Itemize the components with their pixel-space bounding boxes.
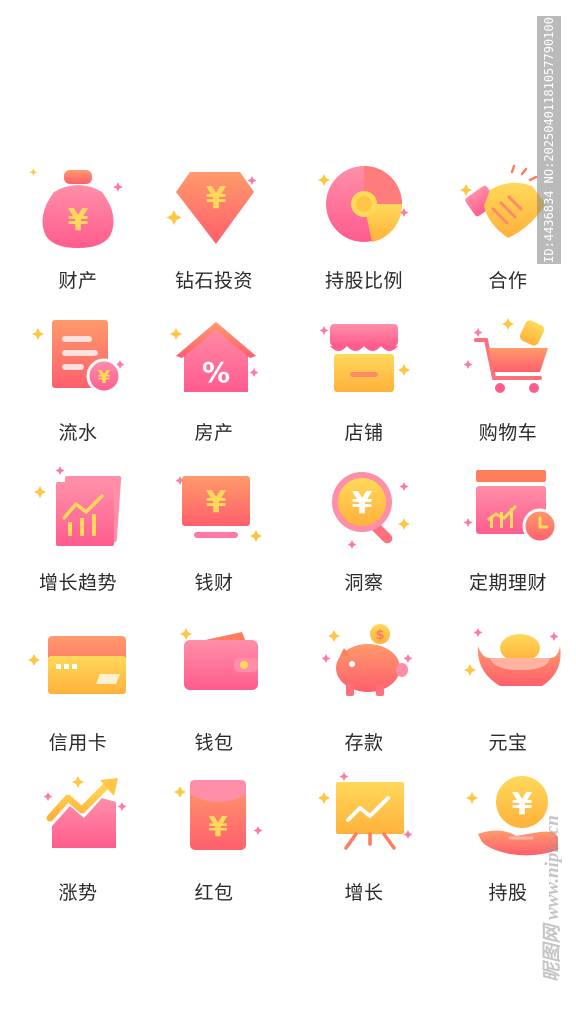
icon-item-shopping-cart[interactable]: 购物车: [448, 316, 568, 456]
icon-item-wallet[interactable]: 钱包: [154, 626, 274, 766]
icon-item-growth-trend[interactable]: 增长趋势: [18, 466, 138, 606]
icon-item-store[interactable]: 店铺: [304, 316, 424, 456]
shop-icon: [319, 324, 410, 392]
watermark-site-text: 昵图网 www.nipic.cn: [541, 814, 563, 982]
svg-text:¥: ¥: [352, 486, 373, 521]
icon-label: 合作: [488, 270, 528, 292]
svg-text:¥: ¥: [206, 485, 227, 520]
icon-item-rising-trend[interactable]: 涨势: [18, 776, 138, 916]
icon-item-credit-card[interactable]: 信用卡: [18, 626, 138, 766]
credit-card-icon: [28, 636, 127, 694]
svg-text:¥: ¥: [206, 181, 227, 216]
icon-label: 元宝: [488, 732, 528, 754]
house-percent-icon: %: [170, 322, 259, 392]
icon-item-share-ratio[interactable]: 持股比例: [304, 164, 424, 304]
svg-text:¥: ¥: [68, 203, 89, 238]
icon-item-property[interactable]: ¥ 财产: [18, 164, 138, 304]
money-bag-icon: ¥: [29, 168, 123, 248]
watermark-id: ID:4436834 NO:20250401181057790100: [537, 16, 561, 264]
icon-item-insight[interactable]: ¥ 洞察: [304, 466, 424, 606]
rising-trend-icon: [43, 776, 127, 848]
icon-label: 持股: [488, 882, 528, 904]
icon-item-deposit[interactable]: $ 存款: [304, 624, 424, 766]
icon-label: 信用卡: [48, 732, 108, 754]
icon-item-diamond-investment[interactable]: ¥ 钻石投资: [154, 164, 274, 304]
icon-label: 流水: [58, 422, 98, 444]
receipt-icon: ¥: [32, 320, 125, 394]
red-envelope-icon: ¥: [174, 780, 263, 850]
icon-item-fixed-term-finance[interactable]: 定期理财: [448, 466, 568, 606]
presentation-board-icon: [318, 772, 413, 850]
svg-text:%: %: [202, 356, 230, 389]
icon-label: 店铺: [344, 422, 384, 444]
growth-chart-icon: [34, 466, 122, 546]
icon-label: 持股比例: [324, 270, 403, 292]
wallet-icon: [180, 628, 258, 690]
icon-label: 增长: [344, 882, 384, 904]
icon-label: 存款: [344, 732, 384, 754]
watermark-site: 昵图网 www.nipic.cn: [532, 780, 568, 1016]
diamond-yuan-icon: ¥: [166, 172, 257, 244]
svg-text:¥: ¥: [208, 810, 228, 843]
svg-text:¥: ¥: [98, 367, 111, 388]
icon-item-wealth[interactable]: ¥ 钱财: [154, 466, 274, 606]
svg-text:$: $: [375, 628, 384, 643]
icon-item-red-packet[interactable]: ¥ 红包: [154, 776, 274, 916]
icon-item-real-estate[interactable]: % 房产: [154, 316, 274, 456]
icon-label: 房产: [194, 422, 234, 444]
card-clock-icon: [463, 470, 558, 544]
watermark-id-text: ID:4436834 NO:20250401181057790100: [542, 17, 557, 263]
icon-item-cash-flow[interactable]: ¥ 流水: [18, 316, 138, 456]
monitor-yuan-icon: ¥: [175, 476, 262, 542]
icon-item-ingot[interactable]: 元宝: [448, 626, 568, 766]
icon-label: 定期理财: [468, 572, 547, 594]
magnifier-yuan-icon: ¥: [332, 472, 410, 549]
icon-label: 钻石投资: [174, 270, 253, 292]
icon-label: 购物车: [478, 422, 538, 444]
icon-label: 财产: [58, 270, 98, 292]
icon-item-growth[interactable]: 增长: [304, 772, 424, 916]
piggy-bank-icon: $: [321, 624, 413, 696]
icon-label: 洞察: [344, 572, 384, 594]
icon-label: 钱包: [194, 732, 234, 754]
gold-ingot-icon: [464, 628, 561, 686]
icon-label: 涨势: [58, 882, 98, 904]
icon-label: 钱财: [194, 572, 234, 594]
donut-chart-icon: [318, 166, 409, 242]
shopping-cart-icon: [463, 318, 548, 393]
icon-label: 增长趋势: [38, 572, 117, 594]
svg-text:¥: ¥: [512, 787, 533, 822]
icon-label: 红包: [194, 882, 234, 904]
